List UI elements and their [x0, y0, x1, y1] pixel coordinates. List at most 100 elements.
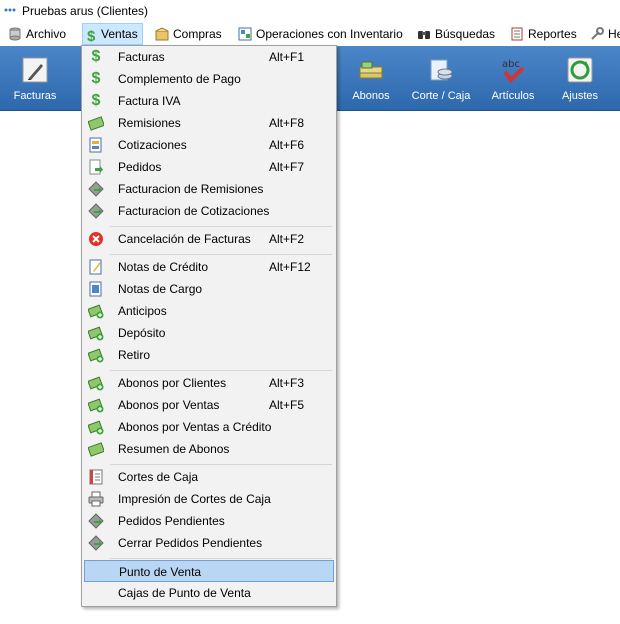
money-plus-icon: [88, 348, 104, 363]
binoculars-icon: [418, 31, 430, 39]
quote-icon: [89, 137, 102, 153]
menu-item-cancelacion-de-facturas[interactable]: Cancelación de Facturas Alt+F2: [84, 228, 334, 250]
menu-separator: [110, 226, 332, 227]
menu-item-cotizaciones[interactable]: Cotizaciones Alt+F6: [84, 134, 334, 156]
menu-item-label: Abonos por Ventas a Crédito: [118, 420, 272, 434]
banknote-icon: [88, 442, 104, 457]
menu-item-label: Abonos por Ventas: [118, 398, 220, 412]
money-plus-icon: [88, 398, 104, 413]
shortcut-label: Alt+F1: [269, 50, 305, 64]
menu-item-cerrar-pedidos-pendientes[interactable]: Cerrar Pedidos Pendientes: [84, 532, 334, 554]
order-icon: [89, 159, 103, 175]
menu-item-pedidos-pendientes[interactable]: Pedidos Pendientes: [84, 510, 334, 532]
tools-icon: [591, 27, 604, 40]
menu-item-pedidos[interactable]: Pedidos Alt+F7: [84, 156, 334, 178]
dollar-icon: $: [91, 70, 101, 87]
menu-item-impresion-de-cortes-de-caja[interactable]: Impresión de Cortes de Caja: [84, 488, 334, 510]
invoice-arrow-icon: [88, 535, 104, 551]
shortcut-label: Alt+F5: [269, 398, 305, 412]
menu-item-facturacion-de-remisiones[interactable]: Facturacion de Remisiones: [84, 178, 334, 200]
package-icon: [155, 27, 169, 41]
cylinder-icon: [9, 27, 21, 41]
menu-item-label: Facturas: [118, 50, 165, 64]
toolbar-corte-caja-button[interactable]: Corte / Caja: [408, 50, 474, 106]
menu-item-label: Cancelación de Facturas: [118, 232, 251, 246]
menu-separator: [110, 370, 332, 371]
banknote-icon: [88, 116, 104, 131]
menu-item-label: Retiro: [118, 348, 151, 362]
menu-label: Archivo: [26, 27, 67, 41]
toolbar-facturas-button[interactable]: Facturas: [4, 50, 66, 106]
shortcut-label: Alt+F2: [269, 232, 305, 246]
ledger-icon: [89, 469, 103, 485]
dollar-icon: $: [91, 48, 101, 65]
ventas-dropdown-menu: $ Facturas Alt+F1 $ Complemento de Pago …: [81, 45, 337, 607]
menu-item-label: Pedidos: [118, 160, 162, 174]
menu-item-notas-de-cargo[interactable]: Notas de Cargo: [84, 278, 334, 300]
app-icon: [4, 8, 16, 12]
menu-archivo[interactable]: Archivo: [8, 24, 66, 44]
invoice-arrow-icon: [88, 203, 104, 219]
menu-item-label: Complemento de Pago: [118, 72, 241, 86]
menu-label: He: [608, 27, 620, 41]
menu-item-remisiones[interactable]: Remisiones Alt+F8: [84, 112, 334, 134]
menu-item-label: Notas de Crédito: [118, 260, 209, 274]
invoice-arrow-icon: [88, 513, 104, 529]
menu-item-factura-iva[interactable]: $ Factura IVA: [84, 90, 334, 112]
toolbar-label: Corte / Caja: [411, 90, 471, 102]
menu-item-label: Cotizaciones: [118, 138, 187, 152]
menu-item-label: Facturacion de Cotizaciones: [118, 204, 270, 218]
shortcut-label: Alt+F3: [269, 376, 305, 390]
window-title: Pruebas arus (Clientes): [22, 4, 149, 18]
pen-icon: [22, 57, 48, 83]
toolbar-articulos-button[interactable]: abc Artículos: [484, 50, 542, 106]
menu-item-retiro[interactable]: Retiro: [84, 344, 334, 366]
menu-item-label: Impresión de Cortes de Caja: [118, 492, 271, 506]
menu-item-label: Facturacion de Remisiones: [118, 182, 264, 196]
menu-label: Reportes: [528, 27, 577, 41]
dollar-icon: $: [91, 92, 101, 109]
menu-herramientas[interactable]: He: [590, 24, 620, 44]
money-plus-icon: [88, 376, 104, 391]
menu-item-abonos-por-ventas-a-credito[interactable]: Abonos por Ventas a Crédito: [84, 416, 334, 438]
title-bar: Pruebas arus (Clientes): [0, 0, 620, 22]
menu-busquedas[interactable]: Búsquedas: [417, 24, 495, 44]
menu-item-label: Cajas de Punto de Venta: [118, 586, 251, 600]
toolbar-ajustes-button[interactable]: Ajustes: [552, 50, 608, 106]
menu-item-label: Depósito: [118, 326, 166, 340]
cancel-icon: [89, 232, 103, 246]
toolbar-label: Ajustes: [561, 90, 599, 102]
menu-ventas[interactable]: $ Ventas: [82, 23, 143, 45]
coins-icon: [430, 59, 453, 81]
charge-note-icon: [89, 281, 102, 297]
menu-item-cortes-de-caja[interactable]: Cortes de Caja: [84, 466, 334, 488]
report-icon: [511, 27, 523, 41]
menu-item-label: Anticipos: [118, 304, 167, 318]
menu-separator: [110, 464, 332, 465]
menu-item-anticipos[interactable]: Anticipos: [84, 300, 334, 322]
menu-item-deposito[interactable]: Depósito: [84, 322, 334, 344]
menu-item-cajas-de-punto-de-venta[interactable]: Cajas de Punto de Venta: [84, 582, 334, 604]
menu-item-abonos-por-ventas[interactable]: Abonos por Ventas Alt+F5: [84, 394, 334, 416]
toolbar-label: Abonos: [352, 90, 390, 102]
shortcut-label: Alt+F8: [269, 116, 305, 130]
menu-label: Búsquedas: [435, 27, 496, 41]
menu-item-label: Remisiones: [118, 116, 181, 130]
menu-compras[interactable]: Compras: [155, 24, 222, 44]
printer-icon: [88, 491, 104, 507]
menu-item-notas-de-credito[interactable]: Notas de Crédito Alt+F12: [84, 256, 334, 278]
menu-reportes[interactable]: Reportes: [510, 24, 577, 44]
toolbar-abonos-button[interactable]: Abonos: [342, 50, 400, 106]
menu-item-abonos-por-clientes[interactable]: Abonos por Clientes Alt+F3: [84, 372, 334, 394]
toolbar-label: Facturas: [13, 90, 57, 102]
menu-operaciones[interactable]: Operaciones con Inventario: [238, 24, 403, 44]
menu-item-complemento-de-pago[interactable]: $ Complemento de Pago: [84, 68, 334, 90]
dollar-icon: $: [87, 28, 96, 45]
menu-item-facturacion-de-cotizaciones[interactable]: Facturacion de Cotizaciones: [84, 200, 334, 222]
menu-item-resumen-de-abonos[interactable]: Resumen de Abonos: [84, 438, 334, 460]
menu-item-label: Notas de Cargo: [118, 282, 203, 296]
money-stack-icon: [359, 61, 383, 79]
menu-item-label: Cerrar Pedidos Pendientes: [118, 536, 263, 550]
menu-item-punto-de-venta[interactable]: Punto de Venta: [84, 560, 334, 582]
menu-item-facturas[interactable]: $ Facturas Alt+F1: [84, 46, 334, 68]
